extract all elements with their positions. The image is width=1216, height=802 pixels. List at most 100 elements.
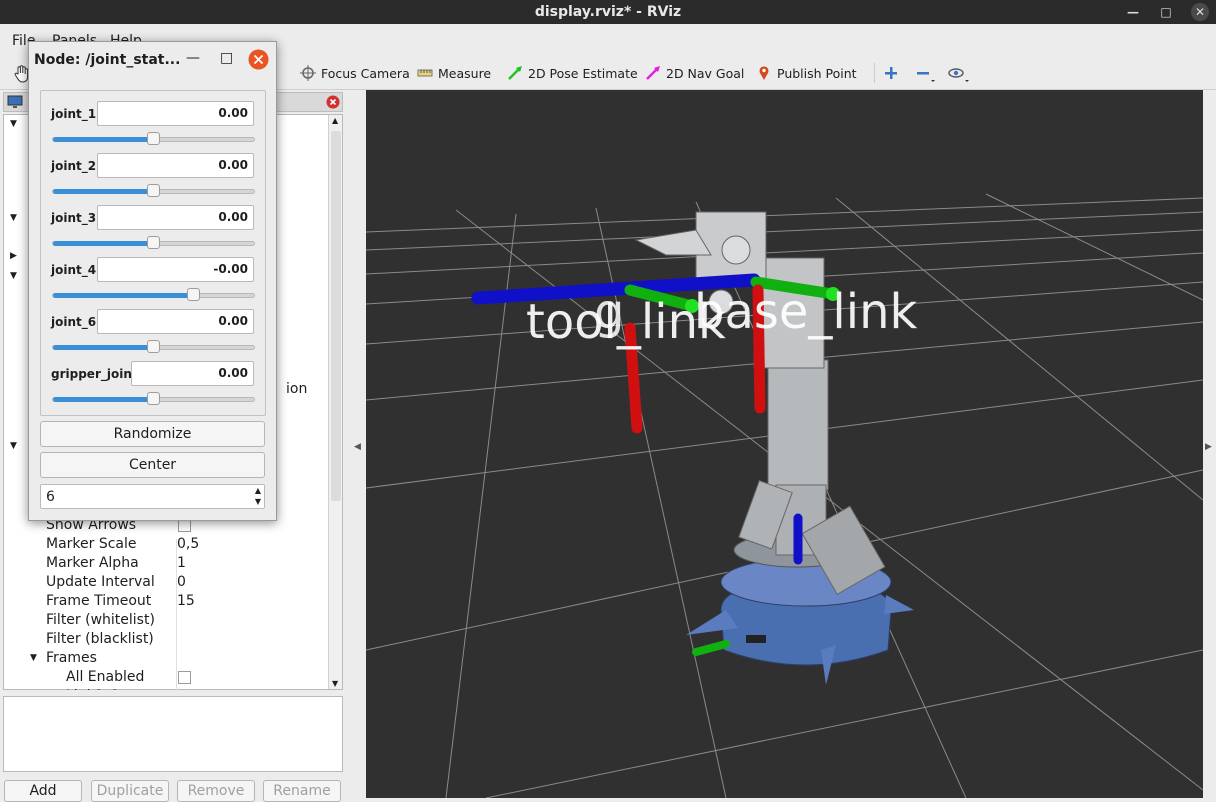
property-description-box <box>3 696 343 772</box>
tree-row-value[interactable]: 1 <box>177 555 186 571</box>
publish-point-button[interactable]: Publish Point <box>756 63 857 83</box>
joint-slider[interactable] <box>52 340 255 353</box>
dialog-minimize-icon[interactable]: — <box>186 50 200 66</box>
tree-row-frames[interactable]: ▼ Frames <box>4 650 330 669</box>
dialog-titlebar[interactable]: Node: /joint_stat... — □ <box>29 42 276 78</box>
remove-tool-button[interactable] <box>915 63 935 83</box>
plus-icon <box>883 65 899 81</box>
joint-slider[interactable] <box>52 392 255 405</box>
close-icon[interactable]: ✕ <box>1191 3 1209 21</box>
joint-slider[interactable] <box>52 288 255 301</box>
frame-label-partial: g <box>594 284 624 340</box>
focus-camera-label: Focus Camera <box>321 65 410 81</box>
joint-label: joint_2 <box>51 159 97 173</box>
left-splitter[interactable]: ◀ <box>350 90 366 798</box>
render-viewport[interactable]: tool_link g base_link <box>366 90 1203 798</box>
measure-label: Measure <box>438 65 492 81</box>
green-arrow-icon <box>507 65 523 81</box>
center-button[interactable]: Center <box>40 452 265 478</box>
expand-arrow-icon[interactable]: ▼ <box>10 441 17 451</box>
randomize-button[interactable]: Randomize <box>40 421 265 447</box>
tree-row-marker-alpha[interactable]: Marker Alpha 1 <box>4 555 330 574</box>
spinbox-value: 6 <box>46 489 55 505</box>
scroll-down-icon[interactable]: ▼ <box>332 679 338 688</box>
nav-goal-label: 2D Nav Goal <box>666 65 745 81</box>
joint-value-field[interactable]: 0.00 <box>97 205 254 230</box>
tree-row-link[interactable]: Link1_1 <box>4 688 330 690</box>
tree-row-filter-blacklist[interactable]: Filter (blacklist) <box>4 631 330 650</box>
eye-icon <box>948 65 969 82</box>
all-enabled-checkbox[interactable] <box>178 671 191 684</box>
joint-label: joint_4 <box>51 263 97 277</box>
rename-button[interactable]: Rename <box>263 780 341 802</box>
tree-row-value[interactable]: 15 <box>177 593 195 609</box>
slider-handle[interactable] <box>147 340 160 353</box>
joint-value-field[interactable]: 0.00 <box>97 101 254 126</box>
joint-label: joint_6 <box>51 315 97 329</box>
tree-row-marker-scale[interactable]: Marker Scale 0,5 <box>4 536 330 555</box>
nav-goal-button[interactable]: 2D Nav Goal <box>645 63 744 83</box>
joint-slider[interactable] <box>52 236 255 249</box>
joint-sliders-group: joint_1 0.00 joint_2 0.00 joint_3 0.00 j… <box>40 90 266 416</box>
slider-fill <box>53 397 154 402</box>
pose-estimate-button[interactable]: 2D Pose Estimate <box>507 63 638 83</box>
count-spinbox[interactable]: 6 ▲ ▼ <box>40 484 265 509</box>
spin-down-icon[interactable]: ▼ <box>255 497 261 506</box>
tree-row-frame-timeout[interactable]: Frame Timeout 15 <box>4 593 330 612</box>
duplicate-button[interactable]: Duplicate <box>91 780 169 802</box>
scroll-up-icon[interactable]: ▲ <box>332 116 338 125</box>
slider-fill <box>53 189 154 194</box>
joint-value-field[interactable]: -0.00 <box>97 257 254 282</box>
tree-row-key: Marker Alpha <box>46 555 139 571</box>
tree-scrollbar[interactable]: ▲ ▼ <box>328 115 342 689</box>
tree-row-key: Update Interval <box>46 574 155 590</box>
minus-icon <box>915 65 935 82</box>
tree-row-all-enabled[interactable]: All Enabled <box>4 669 330 688</box>
scene-3d[interactable]: tool_link g base_link <box>366 90 1203 798</box>
tree-row-key: Filter (whitelist) <box>46 612 155 628</box>
expand-right-icon[interactable]: ▶ <box>1205 442 1212 452</box>
tree-row-value[interactable]: 0 <box>177 574 186 590</box>
right-splitter[interactable]: ▶ <box>1203 90 1216 798</box>
joint-label: joint_3 <box>51 211 97 225</box>
joint-slider[interactable] <box>52 184 255 197</box>
publish-point-label: Publish Point <box>777 65 857 81</box>
joint-value-field[interactable]: 0.00 <box>131 361 254 386</box>
tree-row-key: Link1_1 <box>66 688 119 690</box>
add-tool-button[interactable] <box>874 63 899 83</box>
collapse-arrow-icon[interactable]: ▶ <box>10 251 17 261</box>
expand-arrow-icon[interactable]: ▼ <box>10 271 17 281</box>
dialog-close-icon[interactable] <box>248 49 269 74</box>
expand-arrow-icon[interactable]: ▼ <box>10 119 17 129</box>
joint-slider[interactable] <box>52 132 255 145</box>
views-button[interactable] <box>948 63 969 83</box>
slider-handle[interactable] <box>147 236 160 249</box>
minimize-icon[interactable]: — <box>1124 3 1142 21</box>
scrollbar-thumb[interactable] <box>331 131 341 501</box>
joint-value-field[interactable]: 0.00 <box>97 153 254 178</box>
tree-row-update-interval[interactable]: Update Interval 0 <box>4 574 330 593</box>
expand-arrow-icon[interactable]: ▼ <box>30 653 37 663</box>
slider-handle[interactable] <box>147 392 160 405</box>
tree-row-value[interactable]: 0,5 <box>177 536 199 552</box>
joint-value-field[interactable]: 0.00 <box>97 309 254 334</box>
tree-row-key: Frame Timeout <box>46 593 152 609</box>
slider-handle[interactable] <box>187 288 200 301</box>
slider-handle[interactable] <box>147 184 160 197</box>
slider-fill <box>53 293 194 298</box>
expand-arrow-icon[interactable]: ▼ <box>10 213 17 223</box>
add-button[interactable]: Add <box>4 780 82 802</box>
spin-up-icon[interactable]: ▲ <box>255 486 261 495</box>
focus-camera-button[interactable]: Focus Camera <box>300 63 410 83</box>
tree-row-filter-whitelist[interactable]: Filter (whitelist) <box>4 612 330 631</box>
measure-button[interactable]: Measure <box>417 63 491 83</box>
collapse-left-icon[interactable]: ◀ <box>354 442 361 452</box>
focus-camera-icon <box>300 65 316 81</box>
slider-handle[interactable] <box>147 132 160 145</box>
maximize-icon[interactable]: □ <box>1157 3 1175 21</box>
panel-close-icon[interactable] <box>326 95 340 113</box>
remove-button[interactable]: Remove <box>177 780 255 802</box>
dialog-maximize-icon[interactable]: □ <box>220 50 233 66</box>
monitor-icon <box>7 95 23 113</box>
joint-label: gripper_joint <box>51 367 138 381</box>
